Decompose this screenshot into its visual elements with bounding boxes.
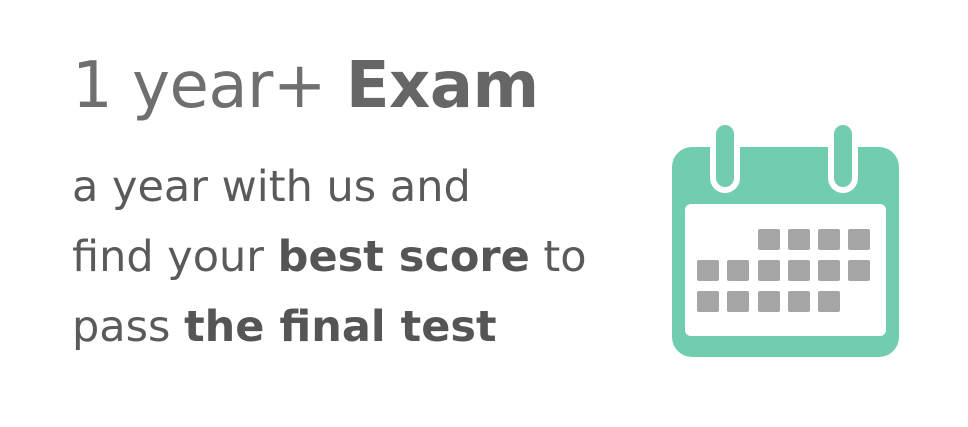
calendar-day (788, 260, 810, 281)
calendar-ring-right (834, 125, 852, 187)
calendar-ring-left (716, 125, 734, 187)
description: a year with us and find your best score … (72, 152, 652, 362)
description-line-3-strong: the final test (184, 302, 497, 352)
description-line-3: pass the final test (72, 292, 652, 362)
calendar-day (818, 291, 840, 312)
description-line-2-before: find your (72, 232, 264, 282)
calendar-day (758, 260, 780, 281)
calendar-day (727, 260, 749, 281)
calendar-day (758, 229, 780, 250)
description-line-2-after: to (543, 232, 587, 282)
description-line-1: a year with us and (72, 152, 652, 222)
calendar-day (848, 260, 870, 281)
headline-prefix: 1 year+ (72, 49, 326, 123)
description-line-1-text: a year with us and (72, 162, 471, 212)
calendar-day (848, 229, 870, 250)
calendar-day (758, 291, 780, 312)
calendar-day (818, 260, 840, 281)
calendar-day (788, 229, 810, 250)
headline-emphasis: Exam (345, 49, 539, 123)
calendar-day (697, 291, 719, 312)
hero-copy: 1 year+ Exam a year with us and find you… (72, 50, 652, 362)
calendar-day (697, 260, 719, 281)
description-line-2: find your best score to (72, 222, 652, 292)
description-line-2-strong: best score (277, 232, 530, 282)
calendar-icon (672, 125, 899, 357)
calendar-day (818, 229, 840, 250)
calendar-day (727, 291, 749, 312)
headline: 1 year+ Exam (72, 50, 652, 122)
description-line-3-before: pass (72, 302, 171, 352)
calendar-day (788, 291, 810, 312)
